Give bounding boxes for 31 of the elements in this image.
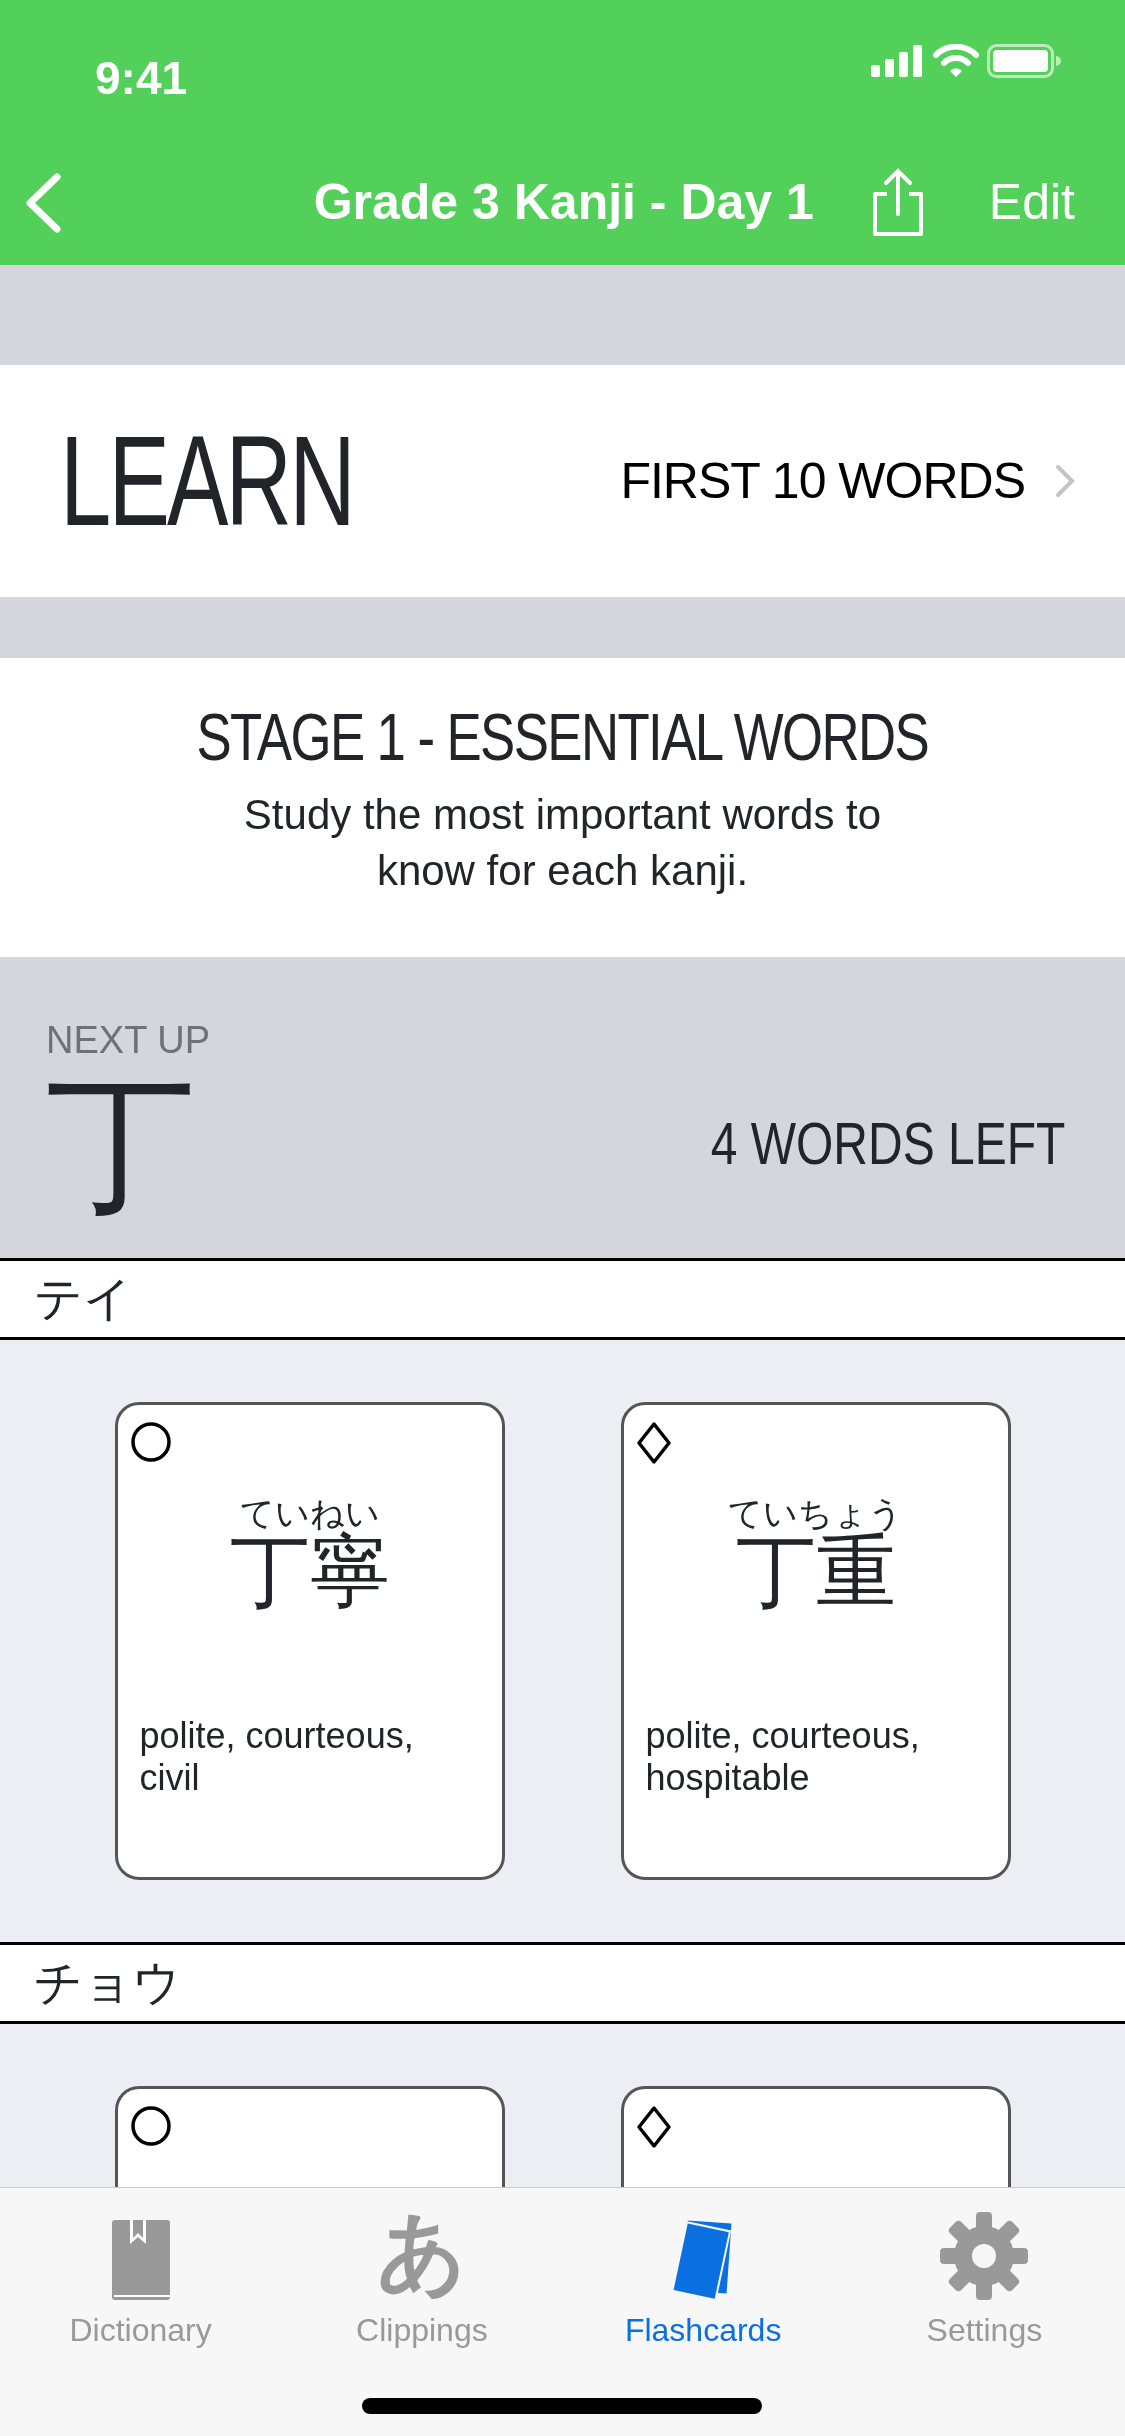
settings-icon [938, 2210, 1031, 2302]
stage-description: Study the most important words to know for each kanji. [242, 790, 883, 896]
next-kanji: 丁 [46, 1069, 196, 1219]
next-up-label: NEXT UP [46, 1018, 211, 1063]
word-range-link[interactable]: FIRST 10 WORDS [614, 442, 1031, 520]
word-meaning: polite, courteous, civil [139, 1715, 415, 1799]
kanji-word: 丁重 [735, 1532, 897, 1613]
flashcard[interactable]: ていねい 丁寧 polite, courteous, civil [114, 1402, 505, 1880]
reading-header: チョウ [0, 1942, 1125, 2024]
flashcard[interactable] [620, 2086, 1011, 2187]
word-meaning: polite, courteous, hospitable [645, 1715, 921, 1799]
furigana: ていねい [238, 1495, 380, 1532]
book-icon [109, 2218, 172, 2302]
screen-title: Grade 3 Kanji - Day 1 [313, 173, 814, 232]
flashcard[interactable] [114, 2086, 505, 2187]
wifi-icon [933, 44, 979, 78]
status-time: 9:41 [95, 51, 188, 106]
hiragana-icon: あ [376, 2202, 467, 2302]
kanji-word: 丁寧 [228, 1532, 391, 1613]
reading-header: テイ [0, 1258, 1125, 1340]
signal-icon [871, 45, 925, 77]
section-heading: LEARN [60, 417, 353, 545]
battery-icon [987, 44, 1061, 78]
furigana: ていちょう [727, 1495, 904, 1532]
chevron-right-icon [1055, 464, 1075, 498]
flashcard[interactable]: ていちょう 丁重 polite, courteous, hospitable [620, 1402, 1011, 1880]
tab-button[interactable]: あ Clippings [281, 2188, 563, 2436]
stage-title: STAGE 1 - ESSENTIAL WORDS [196, 699, 929, 776]
tab-button[interactable]: Settings [843, 2188, 1125, 2436]
words-left-count: 4 WORDS LEFT [710, 1109, 1065, 1179]
tab-button[interactable]: Dictionary [0, 2188, 282, 2436]
